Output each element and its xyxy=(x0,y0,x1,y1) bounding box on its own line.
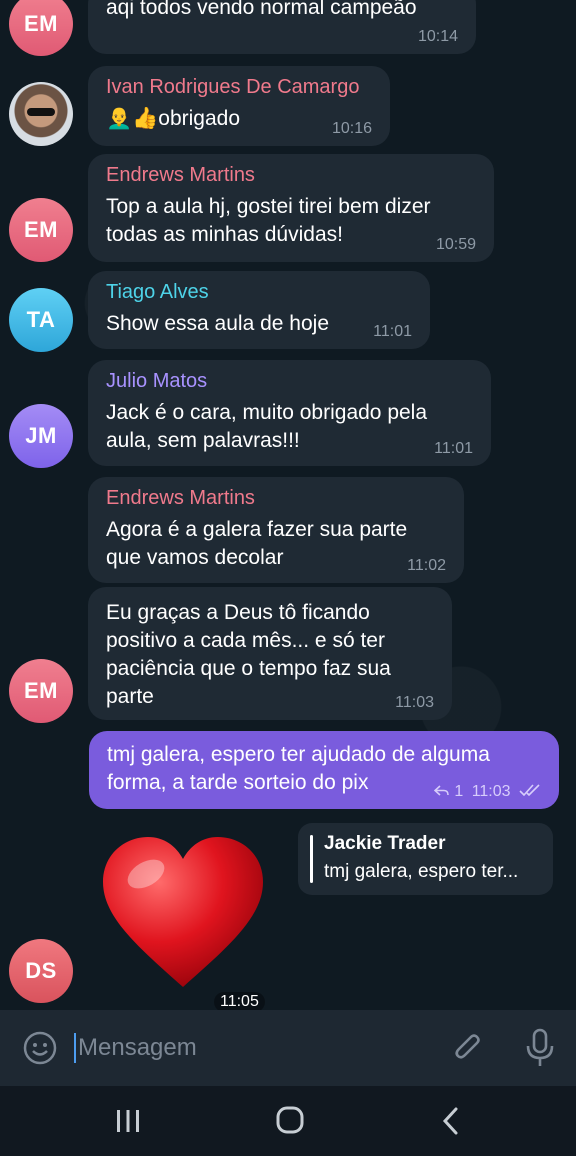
microphone-icon[interactable] xyxy=(522,1028,558,1068)
message-input-placeholder: Mensagem xyxy=(78,1034,197,1061)
message-time: 11:01 xyxy=(434,440,473,457)
message-time: 11:03 xyxy=(471,783,511,800)
message-input-bar: Mensagem xyxy=(0,1010,576,1086)
sender-name: Tiago Alves xyxy=(106,281,209,303)
sender-name: Ivan Rodrigues De Camargo xyxy=(106,76,360,98)
reply-preview[interactable]: Jackie Trader tmj galera, espero ter... xyxy=(298,823,553,895)
avatar-glasses xyxy=(27,108,55,116)
avatar-initials: TA xyxy=(26,307,56,332)
system-navigation-bar xyxy=(0,1086,576,1156)
sender-name: Julio Matos xyxy=(106,370,208,392)
emoji-icon[interactable] xyxy=(22,1030,58,1066)
message-text: aqi todos vendo normal campeão xyxy=(106,0,417,19)
text-caret xyxy=(74,1033,76,1063)
reply-arrow-icon xyxy=(433,785,449,796)
message-bubble[interactable]: aqi todos vendo normal campeão 10:14 xyxy=(88,0,476,54)
reply-text: tmj galera, espero ter... xyxy=(324,861,519,882)
avatar-initials: JM xyxy=(25,423,57,448)
avatar-initials: EM xyxy=(24,11,58,36)
avatar[interactable]: TA xyxy=(9,288,73,352)
message-bubble[interactable]: Tiago Alves Show essa aula de hoje 11:01 xyxy=(88,271,430,349)
reply-count: 1 xyxy=(454,783,464,800)
avatar[interactable]: JM xyxy=(9,404,73,468)
outgoing-message-bubble[interactable]: tmj galera, espero ter ajudado de alguma… xyxy=(89,731,559,809)
recent-apps-icon[interactable] xyxy=(108,1104,148,1138)
message-text: Eu graças a Deus tô ficando positivo a c… xyxy=(106,601,391,708)
avatar-initials: DS xyxy=(25,958,57,983)
avatar[interactable]: EM xyxy=(9,659,73,723)
message-text: Jack é o cara, muito obrigado pela aula,… xyxy=(106,401,428,452)
message-time: 11:03 xyxy=(395,694,434,711)
message-time: 11:02 xyxy=(407,557,446,574)
reply-quote-bar xyxy=(310,835,313,883)
message-text: Agora é a galera fazer sua parte que vam… xyxy=(106,518,408,569)
message-time: 10:16 xyxy=(331,120,372,137)
message-time: 11:01 xyxy=(373,323,412,340)
reply-sender: Jackie Trader xyxy=(324,833,446,854)
avatar[interactable]: EM xyxy=(9,198,73,262)
heart-icon xyxy=(103,837,263,987)
back-icon[interactable] xyxy=(432,1104,472,1138)
message-time: 10:14 xyxy=(417,28,458,45)
avatar[interactable]: EM xyxy=(9,0,73,56)
message-text: Show essa aula de hoje xyxy=(106,312,329,335)
avatar-initials: EM xyxy=(24,678,58,703)
message-bubble[interactable]: Ivan Rodrigues De Camargo 👨‍🦲👍obrigado 1… xyxy=(88,66,390,146)
double-check-icon xyxy=(519,784,540,797)
message-time: 11:05 xyxy=(214,992,265,1010)
sender-name: Endrews Martins xyxy=(106,487,255,509)
message-input[interactable]: Mensagem xyxy=(74,1028,434,1068)
avatar-photo[interactable] xyxy=(9,82,73,146)
paperclip-icon[interactable] xyxy=(450,1030,486,1066)
message-bubble[interactable]: Endrews Martins Agora é a galera fazer s… xyxy=(88,477,464,583)
message-text: Top a aula hj, gostei tirei bem dizer to… xyxy=(106,195,431,246)
sender-name: Endrews Martins xyxy=(106,164,255,186)
message-time: 10:59 xyxy=(435,236,476,253)
heart-sticker[interactable] xyxy=(98,832,268,992)
home-icon[interactable] xyxy=(270,1104,310,1138)
chat-background: EM aqi todos vendo normal campeão 10:14 … xyxy=(0,0,576,1010)
avatar-initials: EM xyxy=(24,217,58,242)
message-bubble[interactable]: Julio Matos Jack é o cara, muito obrigad… xyxy=(88,360,491,466)
message-bubble[interactable]: Eu graças a Deus tô ficando positivo a c… xyxy=(88,587,452,720)
message-meta: 1 11:03 xyxy=(433,783,541,801)
message-bubble[interactable]: Endrews Martins Top a aula hj, gostei ti… xyxy=(88,154,494,262)
avatar[interactable]: DS xyxy=(9,939,73,1003)
